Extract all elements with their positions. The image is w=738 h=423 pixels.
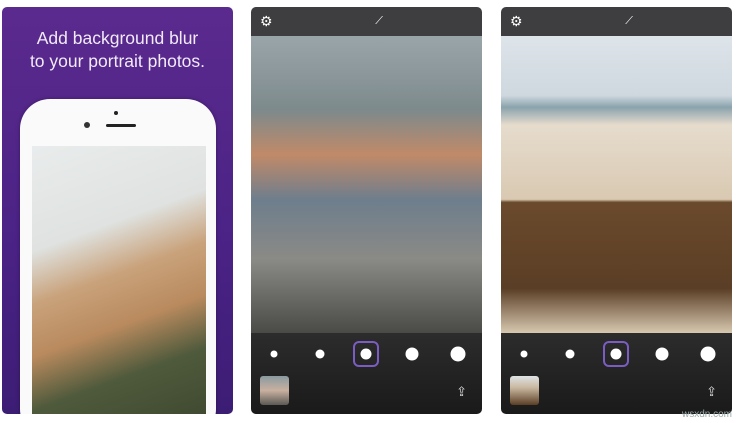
- camera-dot: [114, 111, 118, 115]
- share-icon[interactable]: ⇪: [456, 384, 467, 400]
- speaker-grille: [106, 124, 136, 127]
- blur-level-4[interactable]: [655, 347, 669, 361]
- watermark: wsxdn.com: [681, 409, 732, 420]
- headline-line-2: to your portrait photos.: [29, 51, 206, 71]
- top-bar: ⚙ ⟋: [501, 7, 732, 36]
- blur-level-1[interactable]: [270, 350, 278, 358]
- blur-level-2[interactable]: [565, 349, 575, 359]
- blur-controls: ⇪: [251, 333, 482, 414]
- photo-thumbnail[interactable]: [510, 376, 539, 405]
- blur-level-3[interactable]: [360, 348, 372, 360]
- gear-icon[interactable]: ⚙: [510, 13, 523, 30]
- app-screen-2: ⚙ ⟋ ⇪: [501, 7, 732, 414]
- promo-panel: Add background blur to your portrait pho…: [2, 7, 233, 414]
- photo-preview: [501, 36, 732, 333]
- blur-level-4[interactable]: [405, 347, 419, 361]
- headline-line-1: Add background blur: [36, 28, 199, 48]
- brush-icon[interactable]: ⟋: [625, 15, 633, 28]
- app-screen-1: ⚙ ⟋ ⇪: [251, 7, 482, 414]
- blur-level-5[interactable]: [700, 346, 716, 362]
- photo-preview: [251, 36, 482, 333]
- portrait-photo: [32, 146, 206, 414]
- top-bar: ⚙ ⟋: [251, 7, 482, 36]
- gear-icon[interactable]: ⚙: [260, 13, 273, 30]
- share-icon[interactable]: ⇪: [706, 384, 717, 400]
- blur-level-1[interactable]: [520, 350, 528, 358]
- blur-level-5[interactable]: [450, 346, 466, 362]
- blur-level-2[interactable]: [315, 349, 325, 359]
- brush-icon[interactable]: ⟋: [375, 15, 383, 28]
- front-camera-icon: [84, 122, 90, 128]
- blur-controls: ⇪: [501, 333, 732, 414]
- photo-thumbnail[interactable]: [260, 376, 289, 405]
- promo-headline: Add background blur to your portrait pho…: [2, 27, 233, 73]
- blur-level-3[interactable]: [610, 348, 622, 360]
- phone-mockup: [20, 99, 216, 414]
